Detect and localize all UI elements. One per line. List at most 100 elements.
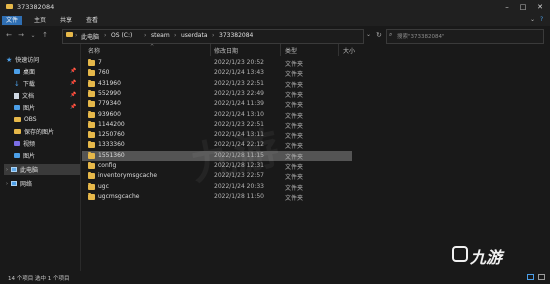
breadcrumb-current[interactable]: 373382084 [219,32,253,39]
file-type: 文件夹 [285,102,304,110]
file-name: ugcmsgcache [98,192,140,200]
tab-share[interactable]: 共享 [56,16,76,25]
file-date: 2022/1/23 22:51 [214,79,264,87]
sidebar-item-pictures-2[interactable]: 图片 [14,150,35,161]
pc-icon [11,167,17,172]
search-icon: ⌕ [389,31,393,38]
refresh-icon[interactable]: ↻ [376,31,382,39]
tab-file[interactable]: 文件 [2,16,23,25]
file-name: 1250760 [98,131,125,139]
folder-icon [88,182,95,190]
details-view-icon[interactable] [527,274,534,280]
folder-icon [88,141,95,149]
sidebar-item-desktop[interactable]: 桌面 [14,66,35,77]
breadcrumb-steam[interactable]: steam [151,32,170,39]
sidebar-item-label: 下载 [22,81,35,88]
file-type: 文件夹 [285,61,304,68]
status-bar [0,271,550,284]
folder-icon [88,172,95,180]
sidebar-item-obs[interactable]: OBS [14,114,37,125]
breadcrumb-userdata[interactable]: userdata [181,32,208,39]
file-type: 文件夹 [285,112,304,120]
sidebar-item-downloads[interactable]: ↓ 下载 [14,78,35,89]
file-date: 2022/1/24 13:43 [214,69,264,77]
table-row[interactable]: 552990 2022/1/23 22:49 文件夹 [82,89,352,99]
back-button[interactable]: ← [4,30,14,40]
sidebar-item-this-pc[interactable]: › 此电脑 [4,164,80,175]
chevron-right-icon: › [6,180,8,187]
sidebar-item-pictures[interactable]: 图片 [14,102,35,113]
help-icon[interactable]: ? [540,16,543,23]
address-dropdown-icon[interactable]: ⌄ [366,31,371,38]
file-name: 939600 [98,110,121,118]
file-name: inventorymsgcache [98,172,158,180]
table-row[interactable]: ugcmsgcache 2022/1/28 11:50 文件夹 [82,192,352,202]
document-icon [14,92,19,99]
column-header-type[interactable]: 类型 [285,46,297,56]
folder-icon [88,69,95,77]
sidebar-item-network[interactable]: › 网络 [6,178,32,189]
folder-icon [88,120,95,128]
tab-home[interactable]: 主页 [30,16,50,25]
file-name: 7 [98,59,102,66]
file-name: 779340 [98,100,121,108]
tab-view[interactable]: 查看 [82,16,102,25]
file-type: 文件夹 [285,174,304,182]
column-header-size[interactable]: 大小 [343,46,355,56]
close-button[interactable]: ✕ [533,2,547,12]
breadcrumb-separator: › [144,32,147,39]
file-name: config [98,162,117,169]
folder-icon [88,151,95,159]
sidebar-item-label: 网络 [20,181,33,188]
table-row[interactable]: 939600 2022/1/24 13:10 文件夹 [82,110,352,120]
picture-icon [14,153,20,158]
up-button[interactable]: ↑ [40,30,50,40]
sidebar-item-quick-access[interactable]: ★ 快速访问 [6,54,39,65]
sidebar-item-videos[interactable]: 视频 [14,138,35,149]
file-date: 2022/1/23 22:49 [214,89,264,97]
minimize-button[interactable]: – [500,2,514,12]
logo-icon [452,246,468,262]
folder-icon [6,4,13,9]
table-row[interactable]: 431960 2022/1/23 22:51 文件夹 [82,79,352,89]
pin-icon: 📌 [70,92,77,98]
column-divider[interactable] [338,44,339,56]
column-divider[interactable] [210,44,211,56]
file-name: 1144200 [98,120,125,128]
file-name: 1333360 [98,141,125,149]
table-row[interactable]: 760 2022/1/24 13:43 文件夹 [82,68,352,78]
network-icon [11,181,17,186]
sidebar-item-documents[interactable]: 文档 [14,90,34,101]
column-header-name[interactable]: 名称 [88,46,100,56]
file-type: 文件夹 [285,71,304,79]
sort-ascending-icon: ^ [150,44,155,50]
column-divider[interactable] [280,44,281,56]
navigation-pane [0,44,81,271]
table-row[interactable]: 7 2022/1/23 20:52 文件夹 [82,58,352,68]
file-name: 431960 [98,79,121,87]
sidebar-item-label: 快速访问 [15,57,40,64]
download-icon: ↓ [14,79,20,88]
recent-dropdown-icon[interactable]: ⌄ [28,30,38,40]
sidebar-item-label: 图片 [23,153,36,160]
file-type: 文件夹 [285,133,304,141]
ribbon-expand-icon[interactable]: ⌄ [530,16,535,23]
search-placeholder: 搜索"373382084" [397,34,445,40]
large-icons-view-icon[interactable] [538,274,545,280]
table-row[interactable]: 779340 2022/1/24 11:39 文件夹 [82,99,352,109]
breadcrumb-separator: › [104,32,107,39]
sidebar-item-saved-pictures[interactable]: 保存的图片 [14,126,54,137]
file-type: 文件夹 [285,122,304,130]
title-bar [0,0,550,14]
breadcrumb-drive[interactable]: OS (C:) [111,32,132,39]
file-type: 文件夹 [285,153,304,161]
breadcrumb-this-pc[interactable]: 此电脑 [81,32,99,41]
video-icon [14,141,20,146]
maximize-button[interactable]: □ [516,2,530,12]
file-name: 1551360 [98,151,125,159]
file-name: 760 [98,69,110,77]
forward-button[interactable]: → [16,30,26,40]
column-header-date[interactable]: 修改日期 [214,46,238,56]
sidebar-item-label: 图片 [23,105,36,112]
file-type: 文件夹 [285,81,304,89]
